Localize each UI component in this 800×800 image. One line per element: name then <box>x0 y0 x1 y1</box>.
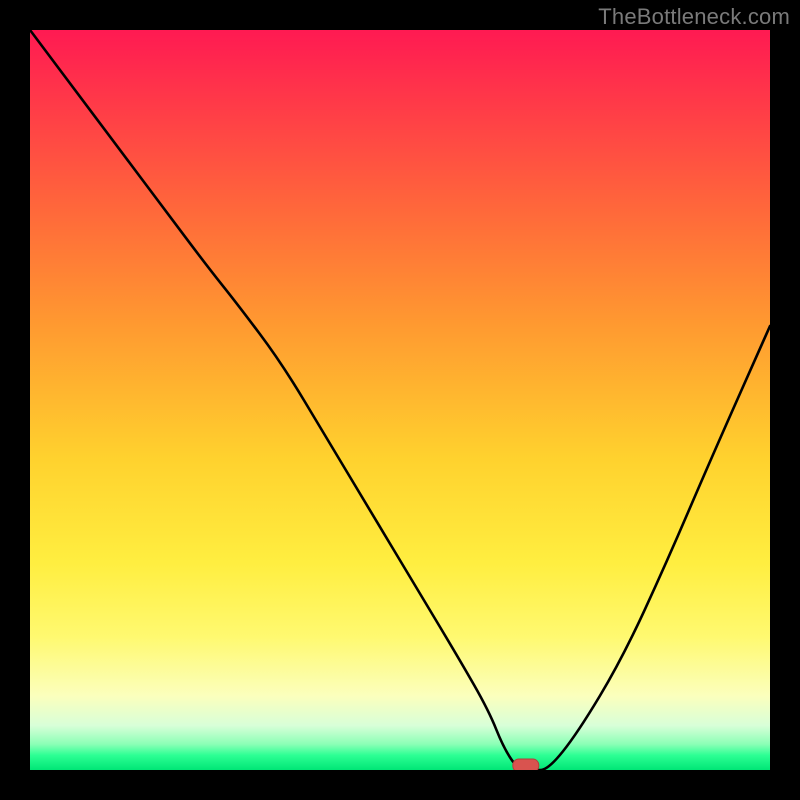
plot-area <box>30 30 770 770</box>
bottleneck-curve <box>30 30 770 770</box>
curve-layer <box>30 30 770 770</box>
chart-frame: TheBottleneck.com <box>0 0 800 800</box>
watermark-text: TheBottleneck.com <box>598 4 790 30</box>
optimal-marker <box>513 759 539 770</box>
